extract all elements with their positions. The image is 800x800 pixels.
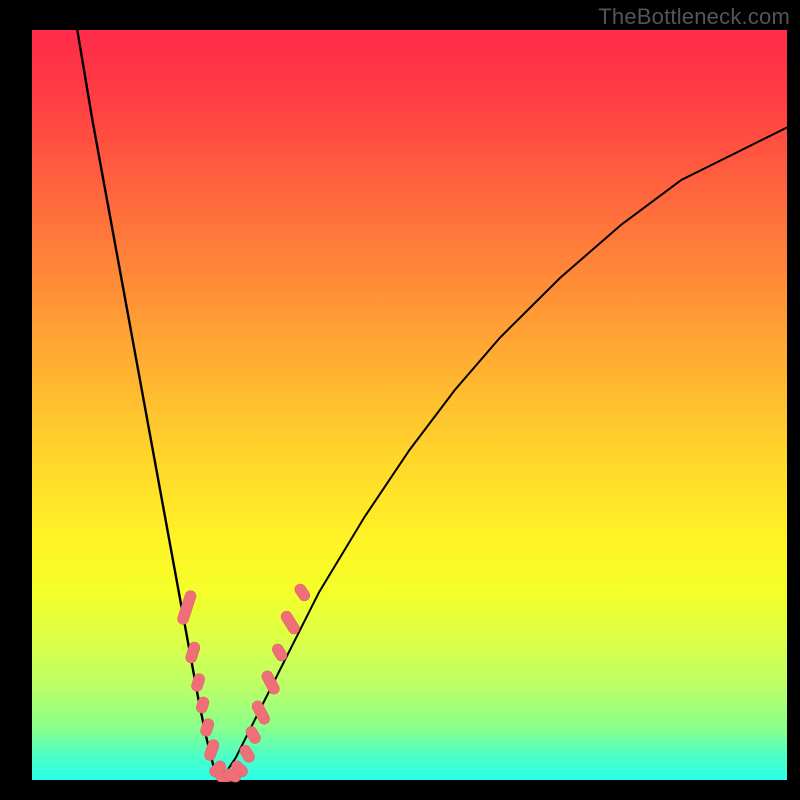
curve-curve-left (77, 30, 221, 780)
marker-layer (176, 582, 312, 784)
marker-2 (190, 672, 206, 693)
marker-15 (279, 609, 302, 636)
curve-curve-right (221, 128, 787, 781)
chart-svg (0, 0, 800, 800)
curve-layer (77, 30, 787, 780)
marker-11 (244, 724, 263, 745)
marker-5 (203, 738, 221, 762)
marker-16 (293, 582, 312, 603)
marker-1 (184, 641, 201, 665)
